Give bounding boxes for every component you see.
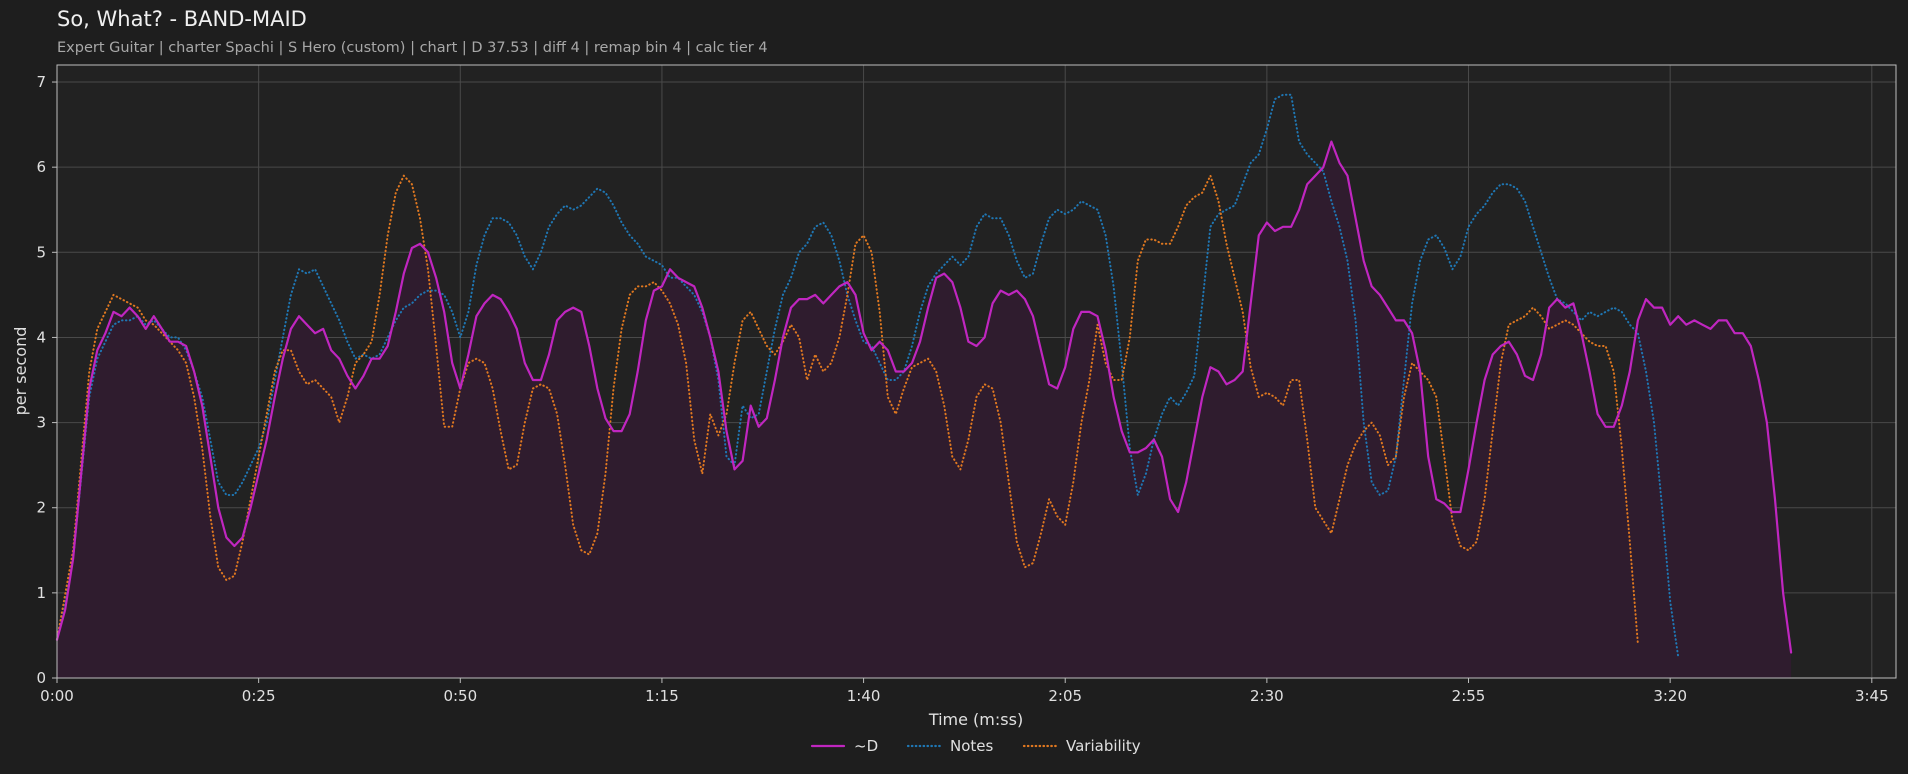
x-tick-label: 2:05 [1048, 687, 1082, 705]
legend: ~D Notes Variability [810, 737, 1141, 755]
legend-label: ~D [854, 737, 878, 755]
y-tick-label: 1 [36, 584, 46, 602]
y-tick-label: 5 [36, 243, 46, 261]
y-tick-label: 4 [36, 328, 46, 346]
x-tick-label: 0:00 [40, 687, 74, 705]
legend-label: Variability [1066, 737, 1141, 755]
y-tick-label: 7 [36, 73, 46, 91]
legend-label: Notes [950, 737, 994, 755]
y-tick-label: 0 [36, 669, 46, 687]
x-tick-label: 0:50 [443, 687, 477, 705]
y-tick-label: 3 [36, 414, 46, 432]
x-axis-label: Time (m:ss) [928, 710, 1023, 729]
x-tick-label: 3:45 [1855, 687, 1889, 705]
y-tick-label: 2 [36, 499, 46, 517]
chart-svg: 0:00 0:25 0:50 1:15 1:40 2:05 2:30 2:55 3:20 3:45… [11, 64, 1897, 755]
x-tick-label: 1:40 [847, 687, 881, 705]
x-tick-label: 1:15 [645, 687, 679, 705]
y-tick-label: 6 [36, 158, 46, 176]
y-axis-label: per second [11, 327, 30, 416]
x-tick-label: 2:30 [1250, 687, 1284, 705]
x-tick-label: 2:55 [1452, 687, 1486, 705]
x-tick-label: 3:20 [1653, 687, 1687, 705]
x-tick-label: 0:25 [242, 687, 276, 705]
